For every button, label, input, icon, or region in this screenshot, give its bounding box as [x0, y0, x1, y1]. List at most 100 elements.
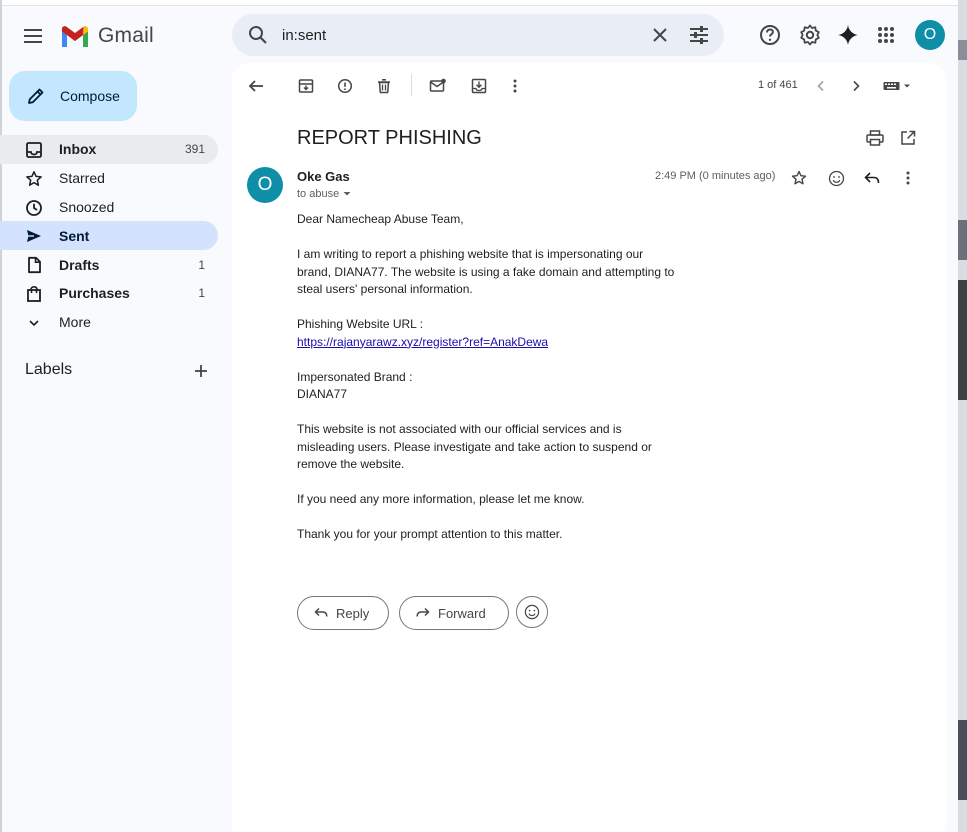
- shopping-bag-icon: [27, 285, 41, 302]
- search-icon[interactable]: [246, 23, 270, 47]
- body-paragraph: If you need any more information, please…: [297, 492, 585, 506]
- more-actions-button[interactable]: [504, 75, 526, 97]
- sender-name[interactable]: Oke Gas: [297, 169, 350, 184]
- search-options-icon[interactable]: [687, 23, 711, 47]
- arrow-left-icon: [248, 80, 263, 92]
- move-to-button[interactable]: [468, 75, 490, 97]
- more-vertical-icon: [906, 171, 910, 185]
- print-button[interactable]: [864, 127, 886, 149]
- reply-icon-button[interactable]: [861, 167, 883, 189]
- sidebar-item-drafts[interactable]: Drafts 1: [0, 250, 218, 279]
- sender-avatar[interactable]: O: [247, 167, 283, 203]
- pencil-icon: [28, 88, 44, 104]
- settings-button[interactable]: [797, 22, 823, 48]
- gear-icon: [800, 24, 820, 46]
- report-spam-button[interactable]: [334, 75, 356, 97]
- email-timestamp: 2:49 PM (0 minutes ago): [655, 170, 776, 182]
- sidebar-nav: Inbox 391 Starred Snoozed Sent Drafts 1 …: [0, 135, 220, 337]
- brand-name: DIANA77: [297, 387, 348, 401]
- pager-text: 1 of 461: [758, 79, 798, 91]
- edge-stripe: [958, 720, 967, 800]
- delete-button[interactable]: [373, 75, 395, 97]
- body-line: This website is not associated with our …: [297, 422, 622, 436]
- add-reaction-button[interactable]: [825, 167, 847, 189]
- email-subject: REPORT PHISHING: [297, 127, 482, 149]
- help-icon: [760, 25, 780, 45]
- sidebar-item-purchases[interactable]: Purchases 1: [0, 279, 218, 308]
- hamburger-menu-icon: [24, 29, 42, 43]
- sidebar-item-label: Sent: [59, 227, 90, 244]
- body-paragraph: Phishing Website URL : https://rajanyara…: [297, 316, 697, 351]
- compose-label: Compose: [60, 88, 120, 104]
- draft-count: 1: [198, 257, 205, 272]
- caret-down-icon: [343, 192, 351, 196]
- sidebar-item-more[interactable]: More: [0, 308, 218, 337]
- keyboard-icon: [883, 82, 910, 90]
- chevron-right-icon: [853, 80, 860, 92]
- sidebar-item-starred[interactable]: Starred: [0, 164, 218, 193]
- sidebar-item-label: Snoozed: [59, 198, 115, 215]
- body-line: I am writing to report a phishing websit…: [297, 247, 644, 261]
- clock-icon: [26, 199, 42, 216]
- sidebar-item-snoozed[interactable]: Snoozed: [0, 193, 218, 222]
- sidebar-item-label: Starred: [59, 170, 105, 187]
- gemini-button[interactable]: [835, 22, 861, 48]
- sparkle-icon: [838, 25, 858, 45]
- compose-button[interactable]: Compose: [9, 71, 137, 121]
- phishing-url-link[interactable]: https://rajanyarawz.xyz/register?ref=Ana…: [297, 335, 548, 349]
- email-body: Dear Namecheap Abuse Team, I am writing …: [297, 211, 697, 561]
- chevron-down-icon: [29, 320, 39, 326]
- mark-unread-button[interactable]: [427, 75, 449, 97]
- body-line: brand, DIANA77. The website is using a f…: [297, 264, 675, 279]
- body-greeting: Dear Namecheap Abuse Team,: [297, 212, 464, 226]
- close-icon[interactable]: [648, 23, 672, 47]
- gmail-logo[interactable]: Gmail: [60, 20, 154, 52]
- sidebar-item-sent[interactable]: Sent: [0, 221, 218, 251]
- archive-icon: [298, 79, 314, 93]
- purchases-count: 1: [198, 286, 205, 301]
- labels-section-header: Labels: [25, 361, 215, 383]
- url-label: Phishing Website URL :: [297, 317, 424, 331]
- message-more-button[interactable]: [897, 167, 919, 189]
- sidebar-item-label: Purchases: [59, 285, 130, 302]
- edge-stripe: [958, 220, 967, 260]
- search-input[interactable]: [282, 22, 642, 48]
- support-button[interactable]: [757, 22, 783, 48]
- star-button[interactable]: [788, 167, 810, 189]
- sidebar-item-label: Inbox: [59, 141, 97, 158]
- react-button[interactable]: [516, 596, 548, 628]
- sidebar-item-inbox[interactable]: Inbox 391: [0, 135, 218, 164]
- print-icon: [866, 130, 884, 146]
- body-paragraph: Thank you for your prompt attention to t…: [297, 527, 563, 541]
- account-avatar[interactable]: O: [915, 20, 945, 50]
- older-button[interactable]: [845, 75, 867, 97]
- window-left-edge: [0, 0, 2, 832]
- forward-button[interactable]: Forward: [399, 596, 509, 630]
- inbox-icon: [26, 142, 42, 158]
- move-to-inbox-icon: [471, 78, 487, 94]
- mail-unread-icon: [429, 78, 446, 92]
- emoji-icon: [828, 170, 844, 186]
- search-bar[interactable]: [232, 14, 724, 56]
- open-in-new-icon: [901, 130, 916, 145]
- open-new-window-button[interactable]: [897, 127, 919, 149]
- reply-button[interactable]: Reply: [297, 596, 389, 630]
- body-line: remove the website.: [297, 457, 405, 471]
- input-tools-button[interactable]: [881, 75, 915, 97]
- forward-icon: [416, 607, 430, 617]
- plus-icon[interactable]: [191, 361, 211, 381]
- back-button[interactable]: [245, 75, 267, 97]
- chevron-left-icon: [817, 80, 824, 92]
- main-menu-button[interactable]: [18, 20, 50, 52]
- body-paragraph: Impersonated Brand : DIANA77: [297, 369, 697, 404]
- google-apps-button[interactable]: [873, 22, 899, 48]
- emoji-icon: [524, 604, 540, 620]
- archive-button[interactable]: [295, 75, 317, 97]
- app-name: Gmail: [98, 24, 154, 47]
- body-line: misleading users. Please investigate and…: [297, 439, 652, 454]
- newer-button[interactable]: [810, 75, 832, 97]
- body-paragraph: I am writing to report a phishing websit…: [297, 246, 697, 299]
- edge-stripe: [958, 280, 967, 400]
- forward-label: Forward: [438, 605, 486, 621]
- recipient-line[interactable]: to abuse: [297, 188, 351, 200]
